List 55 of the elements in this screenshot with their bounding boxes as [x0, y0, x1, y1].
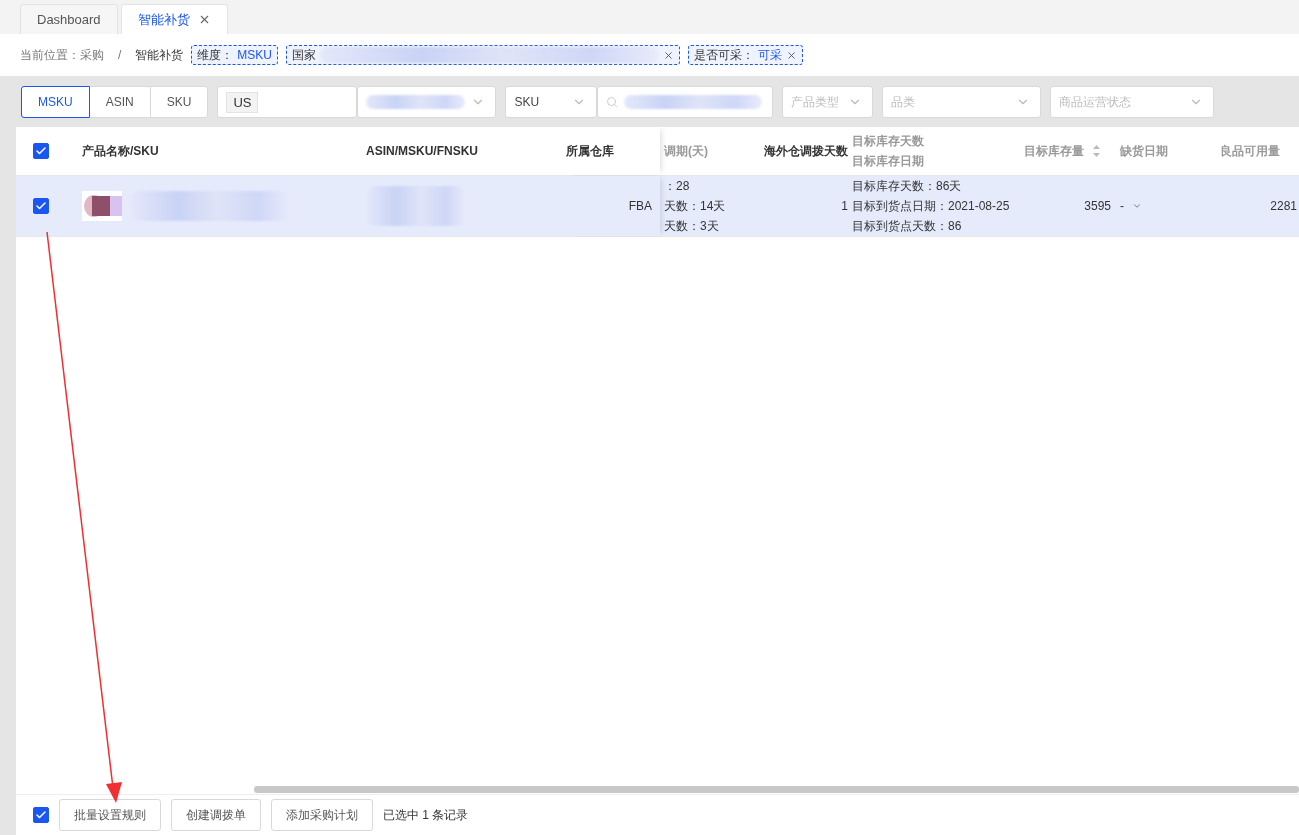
table-cell-text: ：28 [664, 178, 690, 195]
column-header: 所属仓库 [566, 143, 614, 160]
view-mode-tab[interactable]: MSKU [21, 86, 90, 118]
column-header: 产品名称/SKU [82, 143, 159, 160]
country-select[interactable]: US [217, 86, 358, 118]
search-icon [606, 96, 619, 108]
close-icon[interactable] [786, 49, 797, 61]
column-header: 良品可用量 [1220, 143, 1280, 160]
column-header: 目标库存天数 [852, 133, 924, 150]
select-field[interactable] [357, 86, 497, 118]
table-cell-text: 1 [841, 198, 848, 215]
filter-tag-label: 维度： [197, 46, 234, 64]
table-row[interactable]: FBA ：28 天数：14天 天数：3天 1 目标库存天数：86天 目标到货点日期：2021-08-25 目标到货点天数：86 3595 - 2281 [16, 176, 1299, 237]
table-cell-text: 目标到货点日期：2021-08-25 [852, 198, 1010, 215]
check-icon [35, 200, 47, 212]
table-cell-text: 3595 [1084, 198, 1111, 215]
filter-tag-value: MSKU [237, 48, 272, 62]
filter-tag-label: 国家 [292, 46, 316, 64]
scrollbar-thumb[interactable] [254, 786, 1299, 793]
table-cell-text: FBA [628, 198, 652, 215]
close-icon[interactable] [663, 49, 674, 61]
checkbox[interactable] [33, 143, 49, 159]
selection-summary: 已选中 1 条记录 [383, 806, 469, 824]
view-mode-tab[interactable]: SKU [149, 86, 209, 118]
table-cell-text: 目标库存天数：86天 [852, 178, 962, 195]
column-header: ASIN/MSKU/FNSKU [366, 143, 478, 160]
action-button[interactable]: 批量设置规则 [59, 799, 161, 831]
table-cell-text: 2281 [1270, 198, 1297, 215]
column-header: 缺货日期 [1120, 143, 1168, 160]
table-cell-text: 目标到货点天数：86 [852, 218, 962, 235]
search-field[interactable] [597, 86, 774, 118]
breadcrumb-item: 智能补货 [135, 46, 184, 64]
filter-tag-label: 是否可采： [694, 46, 754, 64]
country-tag: US [226, 91, 259, 113]
check-icon [35, 809, 47, 821]
checkbox[interactable] [33, 807, 49, 823]
table-cell-text: 天数：3天 [664, 218, 719, 235]
action-button[interactable]: 添加采购计划 [271, 799, 373, 831]
action-button[interactable]: 创建调拨单 [171, 799, 261, 831]
breadcrumb-label: 当前位置：采购 [20, 46, 104, 64]
chevron-down-icon [1132, 201, 1142, 211]
check-icon [35, 145, 47, 157]
tab[interactable]: Dashboard [20, 4, 118, 34]
checkbox[interactable] [33, 198, 49, 214]
column-header: 调期(天) [664, 143, 708, 160]
table-cell-text: 天数：14天 [664, 198, 726, 215]
view-mode-tab[interactable]: ASIN [88, 86, 151, 118]
column-header: 目标库存量 [1024, 143, 1084, 160]
table-cell-text: - [1120, 198, 1124, 215]
filter-tag-value: 可采 [758, 46, 782, 64]
tab[interactable]: 智能补货 [120, 4, 228, 34]
column-header: 海外仓调拨天数 [764, 143, 848, 160]
column-header: 目标库存日期 [852, 153, 924, 170]
breadcrumb-separator: / [118, 48, 122, 62]
select-field[interactable]: SKU [505, 86, 598, 118]
